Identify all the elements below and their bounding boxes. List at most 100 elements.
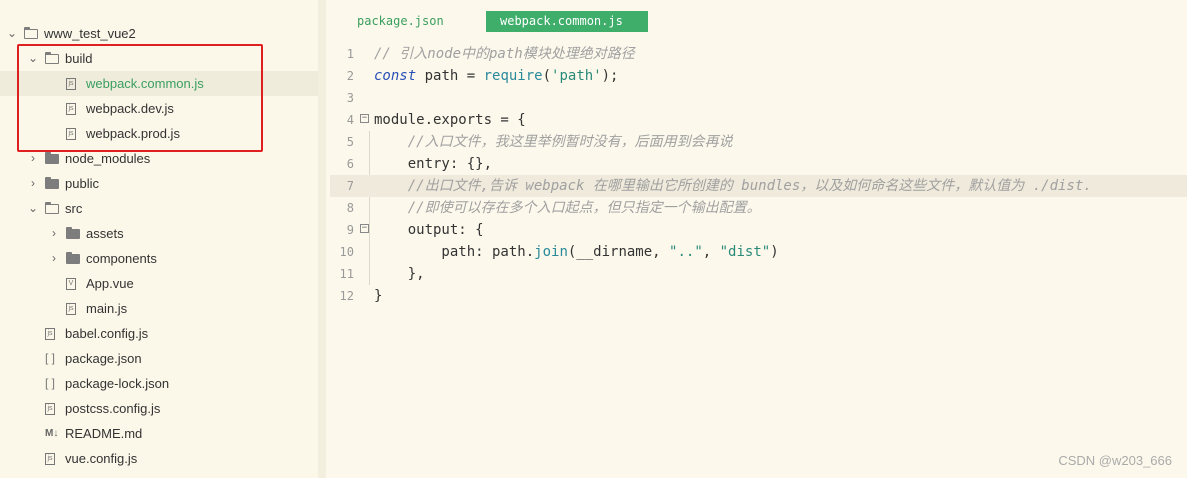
code-token: (__dirname,: [567, 244, 670, 260]
tree-item[interactable]: js vue.config.js: [0, 446, 318, 471]
tree-item-label: package-lock.json: [65, 376, 170, 391]
js-file-icon: js: [45, 453, 55, 465]
code-token: output: {: [374, 222, 484, 238]
code-line: 8 //即使可以存在多个入口起点，但只指定一个输出配置。: [330, 197, 1187, 219]
tree-item[interactable]: › components: [0, 246, 318, 271]
sidebar-scrollbar[interactable]: [318, 0, 326, 478]
code-text: }: [374, 285, 382, 307]
tab-package-json[interactable]: package.json: [357, 11, 444, 32]
line-number: 12: [339, 289, 354, 303]
code-line: 3: [330, 87, 1187, 109]
code-text: //入口文件，我这里举例暂时没有，后面用到会再说: [374, 131, 733, 153]
code-token: //出口文件,告诉 webpack 在哪里输出它所创建的 bundles，以及如…: [374, 178, 1092, 194]
tree-item[interactable]: V App.vue: [0, 271, 318, 296]
line-number: 10: [339, 245, 354, 259]
code-text: const path = require('path');: [374, 65, 618, 87]
chevron-right-icon[interactable]: ›: [48, 246, 60, 271]
code-token: require: [483, 68, 543, 84]
code-text: //出口文件,告诉 webpack 在哪里输出它所创建的 bundles，以及如…: [374, 175, 1092, 197]
chevron-right-icon[interactable]: ›: [48, 221, 60, 246]
code-token: );: [601, 68, 619, 84]
code-line: 2 const path = require('path');: [330, 65, 1187, 87]
code-token: }: [374, 288, 383, 304]
tree-item[interactable]: M↓ README.md: [0, 421, 318, 446]
annotation-highlight-box: [17, 44, 263, 152]
tree-item-label: babel.config.js: [65, 326, 149, 341]
json-file-icon: [ ]: [45, 351, 56, 365]
tree-item-label: README.md: [65, 426, 143, 441]
tree-item-label: App.vue: [86, 276, 134, 291]
tree-item[interactable]: › assets: [0, 221, 318, 246]
markdown-file-icon: M↓: [45, 428, 59, 439]
watermark: CSDN @w203_666: [1058, 453, 1172, 468]
vue-file-icon: V: [66, 278, 76, 290]
json-file-icon: [ ]: [45, 376, 56, 390]
fold-toggle-icon[interactable]: −: [360, 114, 369, 123]
line-number: 1: [346, 47, 354, 61]
code-token: 'path': [551, 68, 602, 84]
code-token: join: [534, 244, 568, 260]
line-number: 8: [346, 201, 354, 215]
tree-item-label: vue.config.js: [65, 451, 138, 466]
code-token: "dist": [719, 244, 771, 260]
code-text: },: [374, 263, 425, 285]
file-explorer: ⌄ www_test_vue2 ⌄ build js webpack.common.j…: [0, 0, 318, 478]
code-token: //入口文件，我这里举例暂时没有，后面用到会再说: [374, 134, 733, 150]
tree-item[interactable]: ⌄ src: [0, 196, 318, 221]
line-number: 3: [346, 91, 354, 105]
code-line: 11 },: [330, 263, 1187, 285]
code-line: 1 // 引入node中的path模块处理绝对路径: [330, 43, 1187, 65]
code-token: // 引入node中的path模块处理绝对路径: [374, 46, 635, 62]
tree-item[interactable]: [ ] package-lock.json: [0, 371, 318, 396]
code-line: 6 entry: {},: [330, 153, 1187, 175]
line-number: 4: [346, 113, 354, 127]
code-text: entry: {},: [374, 153, 492, 175]
code-token: path: path.: [374, 244, 535, 260]
js-file-icon: js: [45, 328, 55, 340]
tree-root[interactable]: ⌄ www_test_vue2: [0, 21, 318, 46]
chevron-down-icon[interactable]: ⌄: [6, 21, 18, 46]
tree-root-label: www_test_vue2: [44, 26, 136, 41]
code-line: 4− module.exports = {: [330, 109, 1187, 131]
folder-icon: [66, 227, 80, 239]
folder-open-icon: [23, 26, 38, 39]
code-token: path =: [416, 68, 484, 84]
tree-item[interactable]: › public: [0, 171, 318, 196]
code-token: module.exports = {: [374, 112, 526, 128]
folder-icon: [45, 152, 59, 164]
line-number: 11: [339, 267, 354, 281]
code-token: //即使可以存在多个入口起点，但只指定一个输出配置。: [374, 200, 761, 216]
fold-toggle-icon[interactable]: −: [360, 224, 369, 233]
folder-open-icon: [44, 201, 59, 214]
js-file-icon: js: [45, 403, 55, 415]
tree-item-label: src: [65, 201, 83, 216]
tree-item-label: public: [65, 176, 99, 191]
code-line: 7 //出口文件,告诉 webpack 在哪里输出它所创建的 bundles，以…: [330, 175, 1187, 197]
line-number: 6: [346, 157, 354, 171]
tab-webpack-common-js[interactable]: webpack.common.js: [486, 11, 648, 32]
tree-item[interactable]: js babel.config.js: [0, 321, 318, 346]
code-token: "..": [669, 244, 703, 260]
tree-item-label: components: [86, 251, 157, 266]
code-line: 9− output: {: [330, 219, 1187, 241]
tree-item[interactable]: js postcss.config.js: [0, 396, 318, 421]
code-token: },: [374, 266, 425, 282]
code-text: path: path.join(__dirname, "..", "dist"): [374, 241, 778, 263]
chevron-right-icon[interactable]: ›: [27, 171, 39, 196]
line-number: 7: [346, 179, 354, 193]
tree-item[interactable]: [ ] package.json: [0, 346, 318, 371]
code-text: //即使可以存在多个入口起点，但只指定一个输出配置。: [374, 197, 761, 219]
chevron-down-icon[interactable]: ⌄: [27, 196, 39, 221]
folder-icon: [45, 177, 59, 189]
code-token: entry: {},: [374, 156, 493, 172]
tree-item-label: assets: [86, 226, 124, 241]
code-line: 12}: [330, 285, 1187, 307]
line-number: 9: [346, 223, 354, 237]
folder-icon: [66, 252, 80, 264]
code-token: (: [542, 68, 552, 84]
code-token: const: [374, 68, 417, 84]
code-editor[interactable]: 1 // 引入node中的path模块处理绝对路径 2 const path = re…: [330, 43, 1187, 307]
tree-item[interactable]: js main.js: [0, 296, 318, 321]
tree-item-label: main.js: [86, 301, 128, 316]
code-text: module.exports = {: [374, 109, 526, 131]
